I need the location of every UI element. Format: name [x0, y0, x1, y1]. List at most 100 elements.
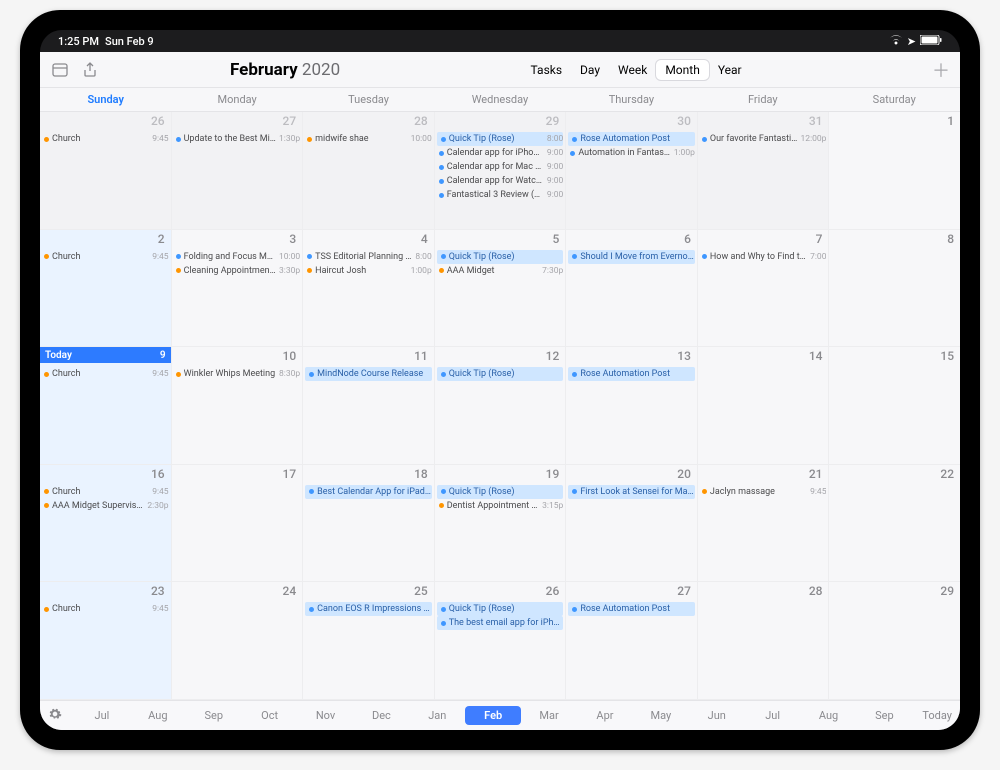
share-icon[interactable]: [80, 60, 100, 80]
day-cell[interactable]: 2Church9:45: [40, 230, 172, 348]
view-month[interactable]: Month: [656, 60, 708, 80]
calendar-event[interactable]: midwife shae10:00: [305, 132, 432, 146]
day-cell[interactable]: 12Quick Tip (Rose): [435, 347, 567, 465]
calendar-event[interactable]: First Look at Sensei for Mac (Mari: [568, 485, 695, 499]
calendar-event[interactable]: Quick Tip (Rose): [437, 250, 564, 264]
calendar-event[interactable]: Quick Tip (Rose)8:00: [437, 132, 564, 146]
scrubber-month[interactable]: Mar: [521, 706, 577, 725]
day-cell[interactable]: 13Rose Automation Post: [566, 347, 698, 465]
calendar-event[interactable]: Should I Move from Evernote to N: [568, 250, 695, 264]
day-cell[interactable]: 19Quick Tip (Rose)Dentist Appointment Jo…: [435, 465, 567, 583]
calendar-event[interactable]: Calendar app for iPhone Up9:00: [437, 146, 564, 160]
scrubber-month[interactable]: Jul: [745, 706, 801, 725]
day-cell[interactable]: 14: [698, 347, 830, 465]
calendar-event[interactable]: Rose Automation Post: [568, 132, 695, 146]
calendar-event[interactable]: Church9:45: [42, 367, 169, 381]
calendar-event[interactable]: Haircut Josh1:00p: [305, 264, 432, 278]
day-cell[interactable]: 11MindNode Course Release: [303, 347, 435, 465]
scrubber-month[interactable]: Apr: [577, 706, 633, 725]
scrubber-month[interactable]: Dec: [353, 706, 409, 725]
calendar-event[interactable]: Jaclyn massage9:45: [700, 485, 827, 499]
scrubber-month[interactable]: Jun: [689, 706, 745, 725]
calendar-event[interactable]: Automation in Fantastical 31:00p: [568, 146, 695, 160]
day-cell[interactable]: 16Church9:45AAA Midget Supervision?2:30p: [40, 465, 172, 583]
day-cell[interactable]: 5Quick Tip (Rose)AAA Midget7:30p: [435, 230, 567, 348]
calendar-event[interactable]: Calendar app for Mac updat9:00: [437, 160, 564, 174]
scrubber-month[interactable]: Oct: [242, 706, 298, 725]
calendar-event[interactable]: Best Calendar App for iPad (Josh): [305, 485, 432, 499]
day-cell[interactable]: 17: [172, 465, 304, 583]
day-cell[interactable]: 21Jaclyn massage9:45: [698, 465, 830, 583]
day-cell[interactable]: 20First Look at Sensei for Mac (Mari: [566, 465, 698, 583]
day-cell[interactable]: 29: [829, 582, 960, 700]
calendar-event[interactable]: Quick Tip (Rose): [437, 367, 564, 381]
day-cell[interactable]: 24: [172, 582, 304, 700]
calendar-event[interactable]: Church9:45: [42, 485, 169, 499]
calendar-event[interactable]: Church9:45: [42, 602, 169, 616]
day-cell[interactable]: 27Rose Automation Post: [566, 582, 698, 700]
calendar-event[interactable]: TSS Editorial Planning Call8:00: [305, 250, 432, 264]
calendar-event[interactable]: Dentist Appointment Josh3:15p: [437, 499, 564, 513]
calendar-event[interactable]: Church9:45: [42, 250, 169, 264]
day-cell[interactable]: 15: [829, 347, 960, 465]
calendar-event[interactable]: AAA Midget Supervision?2:30p: [42, 499, 169, 513]
day-cell[interactable]: 28: [698, 582, 830, 700]
day-cell[interactable]: 6Should I Move from Evernote to N: [566, 230, 698, 348]
month-scrubber[interactable]: JulAugSepOctNovDecJanFebMarAprMayJunJulA…: [40, 700, 960, 730]
day-cell[interactable]: 30Rose Automation PostAutomation in Fant…: [566, 112, 698, 230]
calendar-event[interactable]: Update to the Best Mind M1:30p: [174, 132, 301, 146]
view-day[interactable]: Day: [571, 60, 609, 80]
month-list[interactable]: JulAugSepOctNovDecJanFebMarAprMayJunJulA…: [74, 706, 912, 725]
day-cell[interactable]: 29Quick Tip (Rose)8:00Calendar app for i…: [435, 112, 567, 230]
calendar-event[interactable]: How and Why to Find the Ti7:00: [700, 250, 827, 264]
view-year[interactable]: Year: [709, 60, 751, 80]
calendar-event[interactable]: Fantastical 3 Review (Rose)9:00: [437, 188, 564, 202]
scrubber-month[interactable]: Aug: [801, 706, 857, 725]
day-cell[interactable]: Today9Church9:45: [40, 347, 172, 465]
day-cell[interactable]: 10Winkler Whips Meeting8:30p: [172, 347, 304, 465]
calendar-event[interactable]: Quick Tip (Rose): [437, 485, 564, 499]
scrubber-month[interactable]: May: [633, 706, 689, 725]
day-cell[interactable]: 23Church9:45: [40, 582, 172, 700]
calendar-event[interactable]: Calendar app for Watch Upd9:00: [437, 174, 564, 188]
calendar-event[interactable]: Cleaning Appointment (Jos3:30p: [174, 264, 301, 278]
calendar-event[interactable]: AAA Midget7:30p: [437, 264, 564, 278]
day-cell[interactable]: 7How and Why to Find the Ti7:00: [698, 230, 830, 348]
calendar-event[interactable]: Canon EOS R Impressions (Josh): [305, 602, 432, 616]
calendar-event[interactable]: Rose Automation Post: [568, 602, 695, 616]
calendar-event[interactable]: Our favorite Fantastical 312:00p: [700, 132, 827, 146]
day-cell[interactable]: 8: [829, 230, 960, 348]
day-cell[interactable]: 1: [829, 112, 960, 230]
view-week[interactable]: Week: [609, 60, 656, 80]
calendar-event[interactable]: Winkler Whips Meeting8:30p: [174, 367, 301, 381]
scrubber-month[interactable]: Sep: [856, 706, 912, 725]
view-tasks[interactable]: Tasks: [522, 60, 572, 80]
calendar-event[interactable]: The best email app for iPhone (Mi: [437, 616, 564, 630]
scrubber-month[interactable]: Feb: [465, 706, 521, 725]
day-cell[interactable]: 26Church9:45: [40, 112, 172, 230]
scrubber-month[interactable]: Aug: [130, 706, 186, 725]
calendar-event[interactable]: MindNode Course Release: [305, 367, 432, 381]
calendar-event[interactable]: Quick Tip (Rose): [437, 602, 564, 616]
day-cell[interactable]: 31Our favorite Fantastical 312:00p: [698, 112, 830, 230]
calendar-event[interactable]: Church9:45: [42, 132, 169, 146]
gear-icon[interactable]: [48, 707, 62, 725]
scrubber-month[interactable]: Jan: [409, 706, 465, 725]
calendar-grid[interactable]: 26Church9:4527Update to the Best Mind M1…: [40, 112, 960, 700]
calendar-event[interactable]: Rose Automation Post: [568, 367, 695, 381]
day-cell[interactable]: 28midwife shae10:00: [303, 112, 435, 230]
scrubber-month[interactable]: Jul: [74, 706, 130, 725]
calendar-event[interactable]: Folding and Focus Mode (10:00: [174, 250, 301, 264]
add-event-button[interactable]: ＋: [932, 57, 950, 83]
scrubber-month[interactable]: Sep: [186, 706, 242, 725]
day-cell[interactable]: 18Best Calendar App for iPad (Josh): [303, 465, 435, 583]
day-cell[interactable]: 3Folding and Focus Mode (10:00Cleaning A…: [172, 230, 304, 348]
day-cell[interactable]: 27Update to the Best Mind M1:30p: [172, 112, 304, 230]
day-cell[interactable]: 4TSS Editorial Planning Call8:00Haircut …: [303, 230, 435, 348]
calendar-icon[interactable]: [50, 60, 70, 80]
day-cell[interactable]: 26Quick Tip (Rose)The best email app for…: [435, 582, 567, 700]
day-cell[interactable]: 22: [829, 465, 960, 583]
scrubber-month[interactable]: Nov: [298, 706, 354, 725]
today-button[interactable]: Today: [922, 709, 952, 722]
day-cell[interactable]: 25Canon EOS R Impressions (Josh): [303, 582, 435, 700]
